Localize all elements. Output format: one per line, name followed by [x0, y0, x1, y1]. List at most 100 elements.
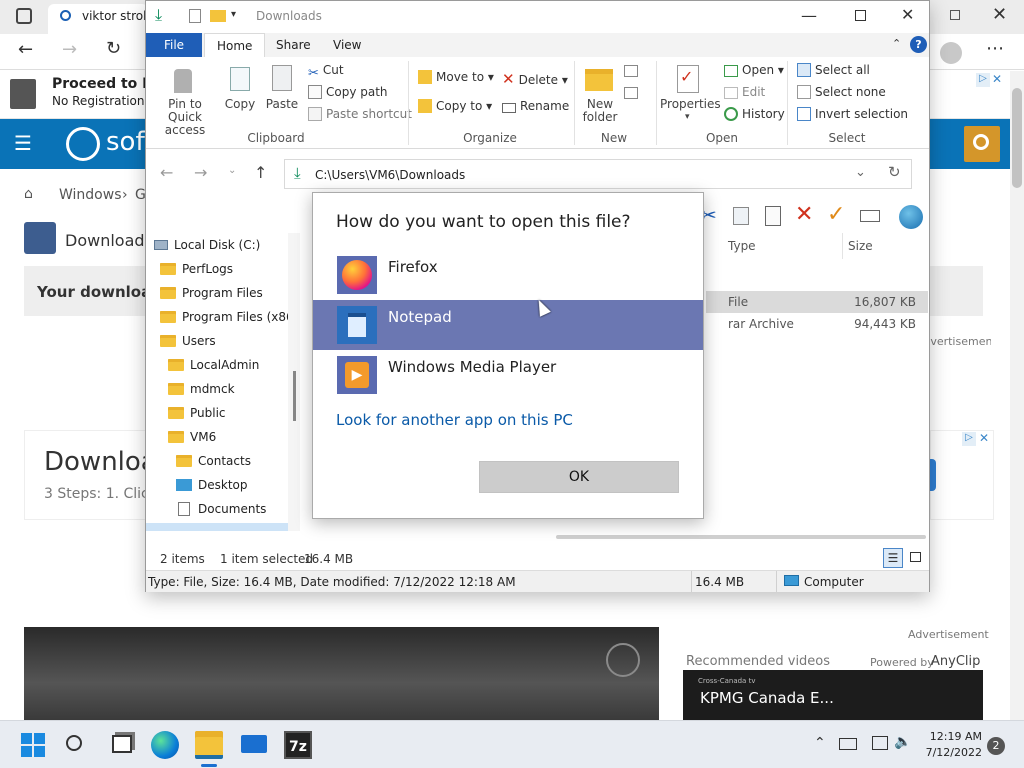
up-icon[interactable]: ↑ — [254, 163, 267, 182]
column-type[interactable]: Type — [728, 239, 756, 253]
keyboard-icon[interactable] — [839, 738, 857, 750]
open-button[interactable]: Open ▾ — [724, 63, 784, 77]
look-for-another-app-link[interactable]: Look for another app on this PC — [336, 411, 573, 429]
mail-icon[interactable] — [241, 735, 267, 753]
seven-zip-icon[interactable]: 7z — [284, 731, 312, 759]
start-button[interactable] — [19, 731, 47, 759]
nav-tree-item[interactable]: mdmck — [146, 377, 288, 401]
address-dropdown-icon[interactable]: ⌄ — [855, 165, 866, 180]
tab-home[interactable]: Home — [204, 33, 266, 57]
forward-icon[interactable]: → — [194, 163, 207, 182]
help-icon[interactable]: ? — [910, 36, 927, 53]
volume-icon[interactable]: 🔈 — [894, 734, 911, 750]
copy-path-button[interactable]: Copy path — [308, 85, 388, 99]
edge-icon[interactable] — [151, 731, 179, 759]
nav-tree-selected-partial[interactable] — [146, 523, 288, 531]
large-icons-view-icon[interactable] — [910, 552, 921, 562]
nav-tree-item[interactable]: Program Files (x86) — [146, 305, 288, 329]
nav-tree-item[interactable]: Program Files — [146, 281, 288, 305]
clock-time[interactable]: 12:19 AM — [912, 730, 982, 743]
profile-avatar[interactable] — [940, 42, 962, 64]
site-search-button[interactable] — [964, 126, 1000, 162]
new-folder-quick-icon[interactable] — [210, 10, 226, 22]
app-option-firefox[interactable]: Firefox — [313, 250, 703, 300]
maximize-button[interactable] — [855, 10, 866, 21]
minimize-button[interactable]: — — [801, 6, 817, 25]
nav-tree-item[interactable]: Local Disk (C:) — [146, 233, 288, 257]
history-button[interactable]: History — [724, 107, 785, 121]
ad-close-icon[interactable]: ✕ — [979, 431, 989, 445]
page-scrollbar-thumb[interactable] — [1012, 88, 1022, 188]
app-option-notepad[interactable]: Notepad — [313, 300, 703, 350]
nav-tree-item[interactable]: VM6 — [146, 425, 288, 449]
copy-to-button[interactable]: Copy to ▾ — [418, 99, 492, 113]
delete-icon[interactable]: ✕ — [795, 202, 813, 227]
copy-button[interactable]: Copy — [222, 98, 258, 111]
file-row-selected[interactable]: File 16,807 KB — [706, 291, 928, 313]
edit-button[interactable]: Edit — [724, 85, 765, 99]
easy-access-icon[interactable] — [624, 87, 638, 99]
ad-choices-icon[interactable]: ▷ — [976, 73, 990, 87]
video-title[interactable]: KPMG Canada E... — [700, 689, 834, 707]
search-icon[interactable] — [66, 735, 82, 751]
nav-tree-item[interactable]: Users — [146, 329, 288, 353]
menu-icon[interactable]: ☰ — [14, 131, 32, 155]
ad-close-icon[interactable]: ✕ — [992, 72, 1002, 86]
paste-button[interactable]: Paste — [264, 98, 300, 111]
new-folder-button[interactable]: New folder — [580, 98, 620, 124]
cut-button[interactable]: ✂ Cut — [308, 63, 344, 81]
pin-quick-access-button[interactable]: Pin to Quick access — [152, 98, 218, 137]
tray-chevron-icon[interactable]: ⌃ — [814, 735, 826, 751]
back-icon[interactable]: ← — [160, 163, 173, 182]
clock-date[interactable]: 7/12/2022 — [912, 746, 982, 759]
nav-tree-item[interactable]: Contacts — [146, 449, 288, 473]
address-refresh-icon[interactable]: ↻ — [888, 163, 901, 181]
rename-button[interactable]: Rename — [502, 99, 569, 113]
ad-choices-icon[interactable]: ▷ — [962, 432, 976, 446]
customize-chevron-icon[interactable]: ▾ — [231, 9, 236, 20]
task-view-icon[interactable] — [112, 735, 132, 753]
nav-tree-item[interactable]: LocalAdmin — [146, 353, 288, 377]
ok-button[interactable]: OK — [479, 461, 679, 493]
nav-tree-item[interactable]: Desktop — [146, 473, 288, 497]
details-view-icon[interactable]: ☰ — [883, 548, 903, 568]
delete-button[interactable]: ✕ Delete ▾ — [502, 70, 568, 88]
checkmark-icon[interactable]: ✓ — [827, 202, 845, 227]
browser-close-icon[interactable]: ✕ — [992, 4, 1007, 25]
nav-tree-item[interactable]: Documents — [146, 497, 288, 521]
globe-icon[interactable] — [899, 205, 923, 229]
tab-actions-icon[interactable] — [16, 8, 32, 24]
new-item-icon[interactable] — [624, 65, 638, 77]
nav-tree-item[interactable]: Public — [146, 401, 288, 425]
properties-chevron-icon[interactable]: ▾ — [685, 112, 690, 122]
properties-button[interactable]: Properties — [660, 98, 721, 111]
app-option-media-player[interactable]: ▶ Windows Media Player — [313, 350, 703, 400]
properties-quick-icon[interactable] — [189, 9, 201, 23]
refresh-icon[interactable]: ↻ — [106, 38, 121, 59]
network-icon[interactable] — [872, 736, 888, 750]
notification-badge[interactable]: 2 — [987, 737, 1005, 755]
paste-icon[interactable] — [765, 206, 781, 226]
close-button[interactable]: ✕ — [901, 5, 914, 24]
tab-view[interactable]: View — [321, 33, 373, 57]
address-bar[interactable]: ⤓ C:\Users\VM6\Downloads ⌄ ↻ — [284, 159, 912, 189]
more-icon[interactable]: ⋯ — [986, 38, 1004, 59]
tab-share[interactable]: Share — [264, 33, 323, 57]
navigation-scrollbar-thumb[interactable] — [293, 371, 296, 421]
file-explorer-icon[interactable] — [195, 731, 223, 759]
select-none-button[interactable]: Select none — [797, 85, 886, 99]
select-all-button[interactable]: Select all — [797, 63, 870, 77]
nav-tree-item[interactable]: PerfLogs — [146, 257, 288, 281]
file-row[interactable]: rar Archive 94,443 KB — [706, 313, 928, 335]
horizontal-scrollbar[interactable] — [556, 535, 926, 539]
column-size[interactable]: Size — [848, 239, 873, 253]
breadcrumb-windows[interactable]: Windows — [59, 187, 122, 203]
invert-selection-button[interactable]: Invert selection — [797, 107, 908, 121]
collapse-ribbon-icon[interactable]: ⌃ — [892, 37, 901, 50]
tab-file[interactable]: File — [146, 33, 202, 57]
forward-icon[interactable]: → — [62, 39, 77, 60]
recent-chevron-icon[interactable]: ⌄ — [228, 165, 236, 176]
rename-icon[interactable] — [860, 210, 880, 222]
back-icon[interactable]: ← — [18, 39, 33, 60]
home-icon[interactable]: ⌂ — [24, 186, 33, 202]
